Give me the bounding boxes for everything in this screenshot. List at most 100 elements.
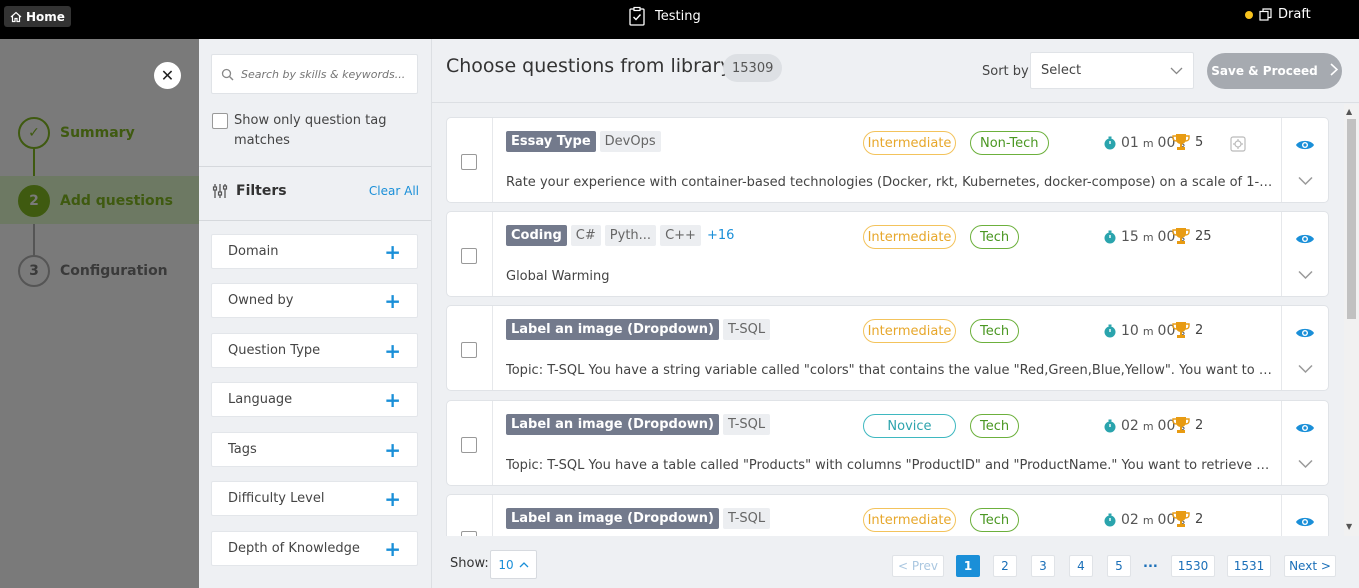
filter-tags[interactable]: Tags +	[211, 432, 418, 467]
minutes-unit: m	[1142, 513, 1154, 527]
tag-match-checkbox[interactable]	[212, 113, 228, 129]
expand-chevron-icon[interactable]	[1298, 459, 1313, 469]
step-number: 3	[18, 255, 50, 287]
question-type-tag: Label an image (Dropdown)	[506, 414, 719, 435]
difficulty-pill: Intermediate	[863, 225, 956, 249]
step-number: 2	[18, 185, 50, 217]
preview-eye-icon[interactable]	[1295, 515, 1315, 529]
question-actions	[1281, 401, 1328, 485]
page-button[interactable]: 1	[956, 555, 980, 577]
score-value: 25	[1195, 228, 1212, 244]
scroll-down-arrow-icon[interactable]: ▼	[1346, 522, 1352, 531]
difficulty-pill: Intermediate	[863, 508, 956, 532]
page-button[interactable]: 2	[993, 555, 1017, 577]
score-value: 2	[1195, 322, 1204, 338]
status-dot-icon	[1245, 10, 1253, 19]
scrollbar-thumb[interactable]	[1347, 119, 1356, 319]
question-type-tag: Label an image (Dropdown)	[506, 508, 719, 529]
save-proceed-button[interactable]: Save & Proceed	[1207, 53, 1342, 89]
question-checkbox[interactable]	[461, 248, 477, 264]
select-cell	[447, 495, 493, 536]
preview-eye-icon[interactable]	[1295, 326, 1315, 340]
prev-page-button[interactable]: < Prev	[892, 555, 944, 577]
category-pill: Tech	[970, 508, 1020, 532]
question-checkbox[interactable]	[461, 154, 477, 170]
question-checkbox[interactable]	[461, 342, 477, 358]
question-card[interactable]: Label an image (Dropdown) T-SQL Novice T…	[446, 400, 1329, 486]
tag-match-option[interactable]: Show only question tag matches	[212, 111, 412, 151]
category-pill: Tech	[970, 414, 1020, 438]
score-value: 2	[1195, 417, 1204, 433]
step-configuration[interactable]: 3 Configuration	[18, 255, 168, 287]
score: 2	[1172, 321, 1203, 339]
page-button[interactable]: 1530	[1171, 555, 1215, 577]
question-type-tag: Essay Type	[506, 131, 596, 152]
filter-domain[interactable]: Domain +	[211, 234, 418, 269]
search-input[interactable]	[241, 67, 411, 81]
question-description: Global Warming	[506, 269, 610, 284]
page-button[interactable]: 1531	[1227, 555, 1271, 577]
trophy-icon	[1172, 417, 1190, 433]
filter-label: Difficulty Level	[228, 491, 325, 506]
skill-tag: C++	[660, 225, 701, 246]
question-actions	[1281, 306, 1328, 390]
scroll-up-arrow-icon[interactable]: ▲	[1346, 107, 1352, 116]
filter-depth-of-knowledge[interactable]: Depth of Knowledge +	[211, 531, 418, 566]
expand-chevron-icon[interactable]	[1298, 176, 1313, 186]
home-label: Home	[26, 9, 65, 24]
page-ellipsis: ...	[1143, 556, 1158, 571]
plus-icon: +	[384, 338, 401, 363]
more-skills-link[interactable]: +16	[707, 228, 734, 243]
sliders-icon	[212, 184, 228, 198]
page-button[interactable]: 3	[1031, 555, 1055, 577]
filters-title: Filters	[236, 183, 287, 199]
question-card[interactable]: Label an image (Dropdown) T-SQL Intermed…	[446, 305, 1329, 391]
preview-eye-icon[interactable]	[1295, 232, 1315, 246]
score: 25	[1172, 227, 1212, 245]
filter-owned-by[interactable]: Owned by +	[211, 283, 418, 318]
sort-value: Select	[1041, 63, 1082, 78]
page-size-select[interactable]: 10	[490, 550, 537, 579]
pagination-bar: Show: 10 < Prev 1 2 3 4 5 ... 1530 1531 …	[432, 536, 1359, 588]
question-tags: Coding C# Pyth... C++ +16	[506, 225, 734, 246]
filter-label: Domain	[228, 244, 279, 259]
preview-eye-icon[interactable]	[1295, 138, 1315, 152]
close-icon[interactable]: ✕	[154, 62, 181, 89]
score-value: 2	[1195, 511, 1204, 527]
filter-difficulty-level[interactable]: Difficulty Level +	[211, 481, 418, 516]
stopwatch-icon	[1104, 324, 1116, 338]
sort-label: Sort by	[982, 64, 1029, 79]
step-add-questions[interactable]: 2 Add questions	[18, 185, 173, 217]
filter-label: Language	[228, 392, 293, 407]
page-button[interactable]: 5	[1107, 555, 1131, 577]
question-card[interactable]: Coding C# Pyth... C++ +16 Intermediate T…	[446, 211, 1329, 297]
page-size-value: 10	[498, 557, 514, 572]
config-gear-icon	[1230, 136, 1246, 152]
expand-chevron-icon[interactable]	[1298, 364, 1313, 374]
category-pill: Non-Tech	[970, 131, 1049, 155]
clipboard-check-icon	[629, 6, 645, 26]
question-tags: Label an image (Dropdown) T-SQL	[506, 508, 771, 529]
question-checkbox[interactable]	[461, 437, 477, 453]
home-button[interactable]: Home	[4, 6, 71, 27]
filter-language[interactable]: Language +	[211, 382, 418, 417]
clear-all-link[interactable]: Clear All	[369, 184, 419, 198]
expand-chevron-icon[interactable]	[1298, 270, 1313, 280]
question-card[interactable]: Essay Type DevOps Intermediate Non-Tech …	[446, 117, 1329, 203]
next-page-button[interactable]: Next >	[1284, 555, 1336, 577]
sort-select[interactable]: Select	[1030, 52, 1194, 89]
question-type-tag: Coding	[506, 225, 567, 246]
chevron-down-icon	[1170, 67, 1183, 75]
category-pill: Tech	[970, 319, 1020, 343]
preview-eye-icon[interactable]	[1295, 421, 1315, 435]
assessment-title-text: Testing	[655, 8, 701, 24]
category-pill: Tech	[970, 225, 1020, 249]
page-button[interactable]: 4	[1069, 555, 1093, 577]
stopwatch-icon	[1104, 419, 1116, 433]
skill-tag: T-SQL	[722, 319, 771, 340]
filter-question-type[interactable]: Question Type +	[211, 333, 418, 368]
skill-tag: Pyth...	[604, 225, 657, 246]
step-label: Configuration	[60, 263, 168, 279]
step-summary[interactable]: ✓ Summary	[18, 117, 135, 149]
question-card[interactable]: Label an image (Dropdown) T-SQL Intermed…	[446, 494, 1329, 536]
